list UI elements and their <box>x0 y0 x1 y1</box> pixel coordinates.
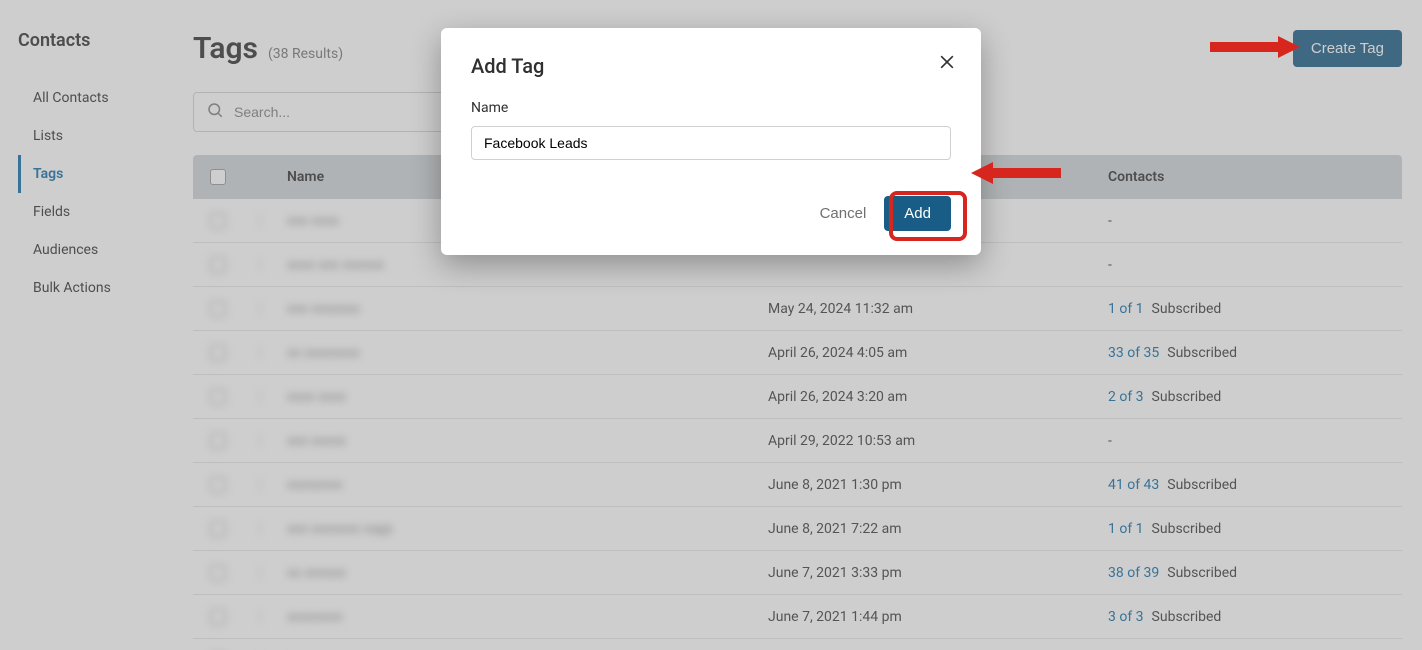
tag-name-input[interactable] <box>471 126 951 160</box>
close-icon[interactable] <box>937 52 957 76</box>
name-field-label: Name <box>471 100 951 116</box>
add-tag-modal: Add Tag Name Cancel Add <box>441 28 981 255</box>
annotation-arrow-icon <box>971 158 1061 188</box>
modal-overlay: Add Tag Name Cancel Add <box>0 0 1422 650</box>
cancel-button[interactable]: Cancel <box>820 205 867 222</box>
add-button[interactable]: Add <box>884 196 951 231</box>
modal-title: Add Tag <box>471 54 951 78</box>
